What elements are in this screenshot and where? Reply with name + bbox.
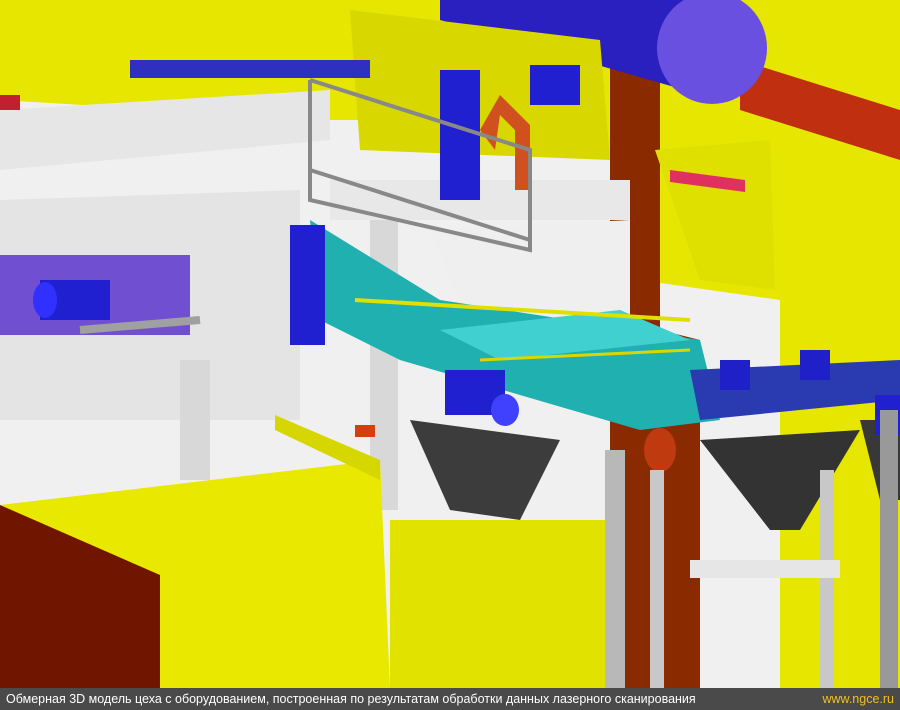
red-roller (644, 428, 676, 472)
plant-3d-model-render (0, 0, 900, 688)
motor-mid-end (491, 394, 519, 426)
motor-upper-right (530, 65, 580, 105)
grey-column-2 (650, 470, 664, 688)
blue-box-1 (720, 360, 750, 390)
yellow-box-front-mid (390, 520, 620, 688)
caption-text: Обмерная 3D модель цеха с оборудованием,… (6, 692, 696, 706)
motor-left-end (33, 282, 57, 318)
red-small-left (0, 95, 20, 110)
grey-column-3 (820, 470, 834, 688)
blue-box-2 (800, 350, 830, 380)
blue-beam-top (130, 60, 370, 78)
white-lower-frame (690, 560, 840, 578)
white-leg-2 (180, 360, 210, 480)
grey-column-4 (880, 410, 898, 688)
red-small-mid (355, 425, 375, 437)
grey-column-1 (605, 450, 625, 688)
caption-bar: Обмерная 3D модель цеха с оборудованием,… (0, 688, 900, 710)
motor-vertical-body (290, 225, 325, 345)
motor-top-body (440, 70, 480, 200)
site-link[interactable]: www.ngce.ru (822, 688, 894, 710)
